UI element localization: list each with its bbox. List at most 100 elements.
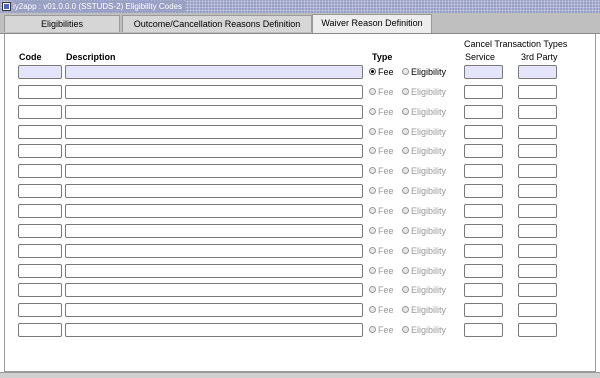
type-eligibility-radio[interactable] xyxy=(402,167,409,174)
type-fee-radio[interactable] xyxy=(369,207,376,214)
type-fee-radio[interactable] xyxy=(369,286,376,293)
third-party-field[interactable] xyxy=(518,144,557,158)
type-fee-label: Fee xyxy=(378,206,394,216)
code-field[interactable] xyxy=(18,244,62,258)
third-party-field[interactable] xyxy=(518,303,557,317)
third-party-field[interactable] xyxy=(518,283,557,297)
type-eligibility-radio[interactable] xyxy=(402,68,409,75)
description-field[interactable] xyxy=(65,164,363,178)
type-fee-label: Fee xyxy=(378,325,394,335)
service-field[interactable] xyxy=(464,164,503,178)
third-party-field[interactable] xyxy=(518,264,557,278)
status-bar xyxy=(0,372,600,378)
type-eligibility-radio[interactable] xyxy=(402,88,409,95)
third-party-field[interactable] xyxy=(518,224,557,238)
type-eligibility-radio[interactable] xyxy=(402,227,409,234)
service-field[interactable] xyxy=(464,204,503,218)
type-eligibility-radio[interactable] xyxy=(402,207,409,214)
type-fee-radio[interactable] xyxy=(369,306,376,313)
service-field[interactable] xyxy=(464,264,503,278)
code-field[interactable] xyxy=(18,224,62,238)
tab-eligibilities[interactable]: Eligibilities xyxy=(4,15,120,32)
description-field[interactable] xyxy=(65,65,363,79)
type-eligibility-radio[interactable] xyxy=(402,267,409,274)
service-field[interactable] xyxy=(464,144,503,158)
type-eligibility-label: Eligibility xyxy=(411,67,447,77)
code-field[interactable] xyxy=(18,65,62,79)
description-field[interactable] xyxy=(65,144,363,158)
type-eligibility-radio[interactable] xyxy=(402,128,409,135)
type-fee-label: Fee xyxy=(378,166,394,176)
type-fee-label: Fee xyxy=(378,186,394,196)
type-eligibility-label: Eligibility xyxy=(411,226,447,236)
description-field[interactable] xyxy=(65,85,363,99)
type-eligibility-radio[interactable] xyxy=(402,247,409,254)
service-field[interactable] xyxy=(464,224,503,238)
service-field[interactable] xyxy=(464,85,503,99)
third-party-field[interactable] xyxy=(518,184,557,198)
service-field[interactable] xyxy=(464,323,503,337)
third-party-field[interactable] xyxy=(518,125,557,139)
type-fee-radio[interactable] xyxy=(369,128,376,135)
third-party-field[interactable] xyxy=(518,244,557,258)
type-eligibility-radio[interactable] xyxy=(402,286,409,293)
description-field[interactable] xyxy=(65,204,363,218)
type-fee-radio[interactable] xyxy=(369,227,376,234)
column-header-description: Description xyxy=(66,52,116,62)
type-fee-radio[interactable] xyxy=(369,267,376,274)
description-field[interactable] xyxy=(65,184,363,198)
service-field[interactable] xyxy=(464,125,503,139)
third-party-field[interactable] xyxy=(518,85,557,99)
type-fee-radio[interactable] xyxy=(369,68,376,75)
service-field[interactable] xyxy=(464,65,503,79)
description-field[interactable] xyxy=(65,105,363,119)
type-fee-radio[interactable] xyxy=(369,187,376,194)
code-field[interactable] xyxy=(18,204,62,218)
code-field[interactable] xyxy=(18,125,62,139)
column-header-code: Code xyxy=(19,52,42,62)
type-eligibility-radio[interactable] xyxy=(402,187,409,194)
description-field[interactable] xyxy=(65,264,363,278)
third-party-field[interactable] xyxy=(518,105,557,119)
type-fee-radio[interactable] xyxy=(369,88,376,95)
type-eligibility-radio[interactable] xyxy=(402,326,409,333)
type-eligibility-label: Eligibility xyxy=(411,127,447,137)
type-fee-label: Fee xyxy=(378,285,394,295)
type-fee-radio[interactable] xyxy=(369,247,376,254)
type-fee-radio[interactable] xyxy=(369,167,376,174)
third-party-field[interactable] xyxy=(518,204,557,218)
description-field[interactable] xyxy=(65,244,363,258)
code-field[interactable] xyxy=(18,85,62,99)
description-field[interactable] xyxy=(65,323,363,337)
code-field[interactable] xyxy=(18,164,62,178)
tab-waiver-reason-definition[interactable]: Waiver Reason Definition xyxy=(312,14,432,33)
tab-outcome-cancellation-reasons[interactable]: Outcome/Cancellation Reasons Definition xyxy=(122,15,312,32)
type-eligibility-label: Eligibility xyxy=(411,166,447,176)
description-field[interactable] xyxy=(65,224,363,238)
service-field[interactable] xyxy=(464,105,503,119)
type-fee-radio[interactable] xyxy=(369,108,376,115)
description-field[interactable] xyxy=(65,303,363,317)
code-field[interactable] xyxy=(18,283,62,297)
third-party-field[interactable] xyxy=(518,164,557,178)
code-field[interactable] xyxy=(18,264,62,278)
type-fee-label: Fee xyxy=(378,67,394,77)
description-field[interactable] xyxy=(65,125,363,139)
third-party-field[interactable] xyxy=(518,65,557,79)
type-fee-radio[interactable] xyxy=(369,326,376,333)
code-field[interactable] xyxy=(18,105,62,119)
service-field[interactable] xyxy=(464,283,503,297)
service-field[interactable] xyxy=(464,244,503,258)
type-fee-radio[interactable] xyxy=(369,147,376,154)
type-eligibility-radio[interactable] xyxy=(402,306,409,313)
type-eligibility-radio[interactable] xyxy=(402,108,409,115)
service-field[interactable] xyxy=(464,303,503,317)
type-eligibility-radio[interactable] xyxy=(402,147,409,154)
third-party-field[interactable] xyxy=(518,323,557,337)
service-field[interactable] xyxy=(464,184,503,198)
code-field[interactable] xyxy=(18,184,62,198)
code-field[interactable] xyxy=(18,323,62,337)
code-field[interactable] xyxy=(18,144,62,158)
code-field[interactable] xyxy=(18,303,62,317)
description-field[interactable] xyxy=(65,283,363,297)
